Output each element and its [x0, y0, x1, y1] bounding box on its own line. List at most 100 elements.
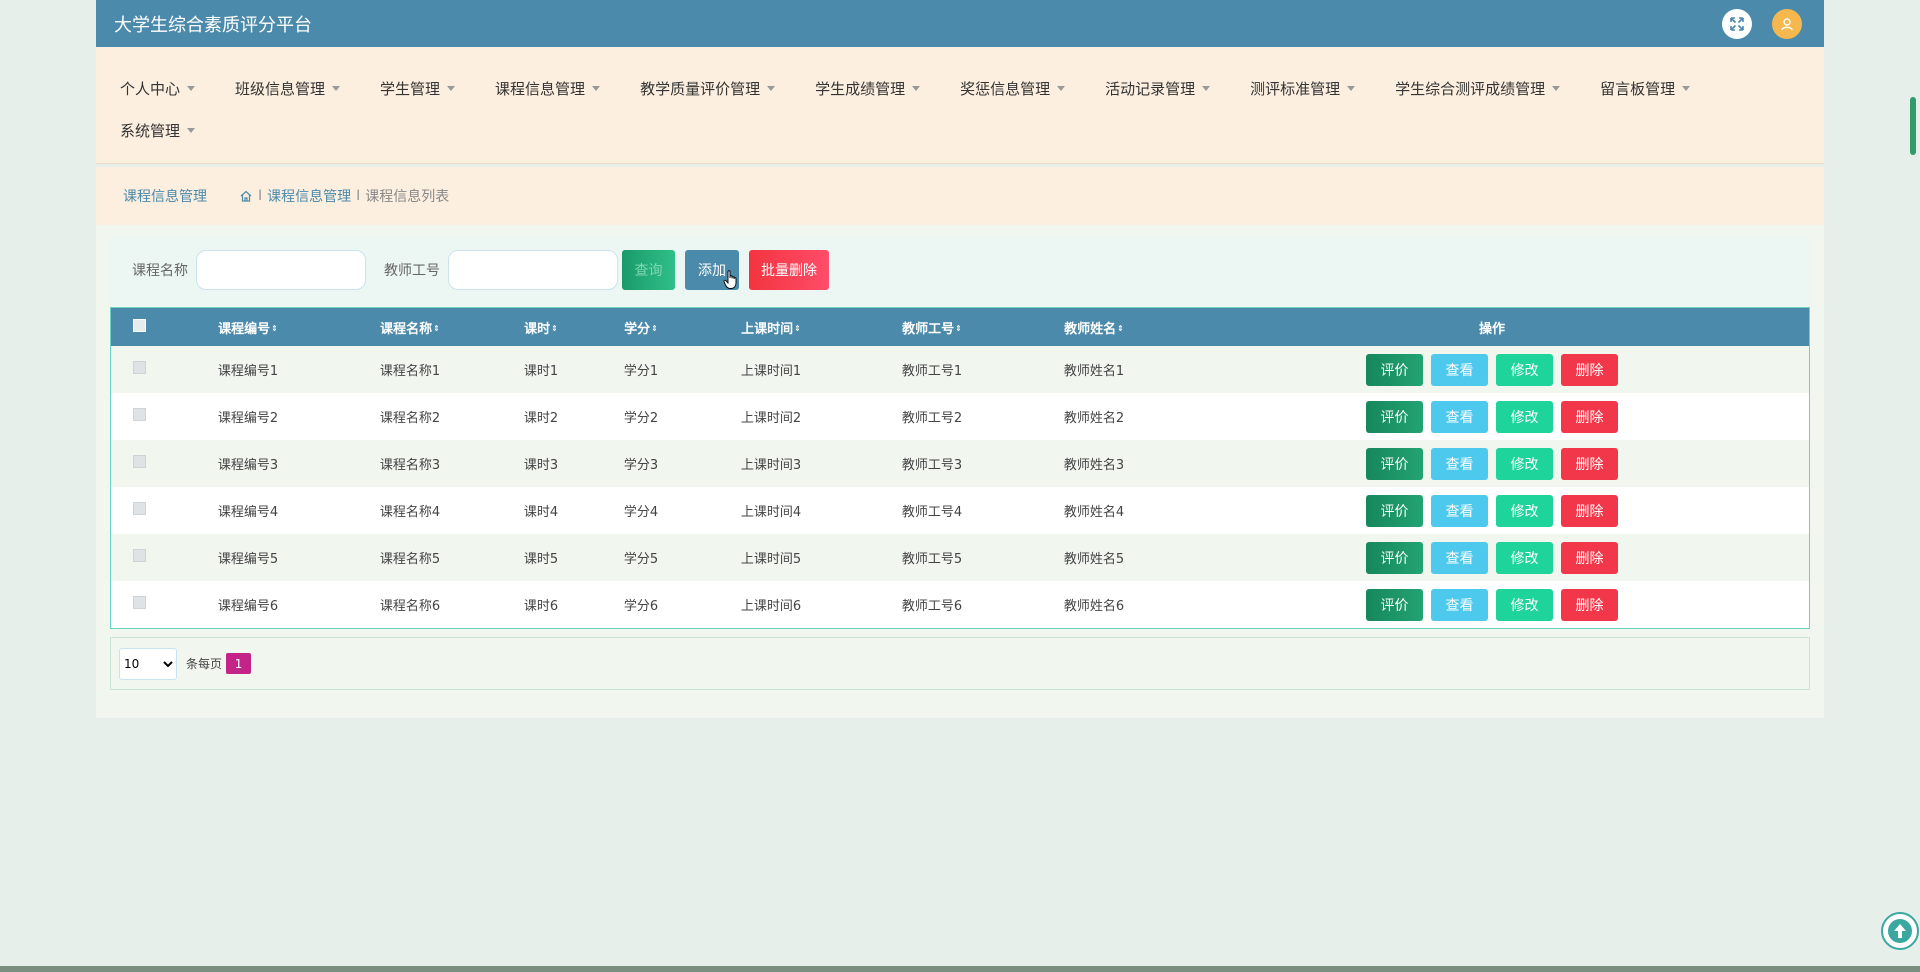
teacher-no-input[interactable]	[448, 250, 618, 290]
course-name-input[interactable]	[196, 250, 366, 290]
evaluate-button[interactable]: 评价	[1366, 400, 1423, 433]
row-select-cell	[111, 440, 167, 487]
delete-button[interactable]: 删除	[1561, 447, 1618, 480]
table-cell: 上课时间3	[740, 458, 802, 473]
sort-icon: ⇕	[651, 324, 658, 333]
view-button[interactable]: 查看	[1431, 494, 1488, 527]
row-checkbox[interactable]	[132, 455, 146, 468]
nav-row-1: 个人中心 班级信息管理 学生管理 课程信息管理 教学质量评价管理 学生成绩管理 奖惩信息管理…	[120, 67, 1824, 109]
table-cell: 课程编号6	[217, 599, 279, 614]
table-cell: 上课时间5	[740, 552, 802, 567]
breadcrumb-level-1[interactable]: 课程信息管理	[267, 186, 351, 206]
evaluate-button[interactable]: 评价	[1366, 447, 1423, 480]
row-checkbox[interactable]	[132, 549, 146, 562]
table-cell: 课程编号3	[217, 458, 279, 473]
row-checkbox[interactable]	[132, 408, 146, 421]
sort-icon: ⇕	[551, 324, 558, 333]
table-cell: 学分1	[623, 364, 659, 379]
table-cell: 课程名称4	[379, 505, 441, 520]
edit-button[interactable]: 修改	[1496, 353, 1553, 386]
delete-button[interactable]: 删除	[1561, 541, 1618, 574]
evaluate-button[interactable]: 评价	[1366, 353, 1423, 386]
edit-button[interactable]: 修改	[1496, 447, 1553, 480]
query-button[interactable]: 查询	[622, 250, 675, 290]
delete-button[interactable]: 删除	[1561, 494, 1618, 527]
edit-button[interactable]: 修改	[1496, 588, 1553, 621]
nav-item[interactable]: 测评标准管理	[1250, 78, 1356, 99]
header-hours[interactable]: 课时⇕	[491, 308, 591, 346]
table-row: 课程编号2 课程名称2 课时2 学分2 上课时间2 教师工号2 教师姓名2 评价 查看 修改 删除	[111, 393, 1809, 440]
breadcrumb-separator: I	[258, 188, 263, 204]
header-course-no[interactable]: 课程编号⇕	[167, 308, 329, 346]
pagination: 10 条每页 1	[110, 637, 1810, 690]
nav-item[interactable]: 课程信息管理	[495, 78, 601, 99]
table-cell: 教师姓名5	[1063, 552, 1125, 567]
table-cell: 课程名称6	[379, 599, 441, 614]
table-cell: 教师工号3	[901, 458, 963, 473]
edit-button[interactable]: 修改	[1496, 541, 1553, 574]
table-cell: 课时2	[523, 411, 559, 426]
nav-item[interactable]: 个人中心	[120, 78, 196, 99]
header-teacher-no[interactable]: 教师工号⇕	[851, 308, 1013, 346]
nav-item[interactable]: 奖惩信息管理	[960, 78, 1066, 99]
row-actions: 评价 查看 修改 删除	[1175, 346, 1809, 393]
search-bar: 课程名称 教师工号 查询 添加 批量删除	[110, 235, 1810, 305]
row-checkbox[interactable]	[132, 502, 146, 515]
nav-item[interactable]: 学生综合测评成绩管理	[1395, 78, 1561, 99]
nav-item[interactable]: 班级信息管理	[235, 78, 341, 99]
scrollbar-thumb[interactable]	[1910, 97, 1916, 155]
nav-item-label: 班级信息管理	[235, 79, 326, 98]
table-cell: 上课时间1	[740, 364, 802, 379]
header-course-name[interactable]: 课程名称⇕	[329, 308, 491, 346]
edit-button[interactable]: 修改	[1496, 494, 1553, 527]
page-number-button[interactable]: 1	[226, 653, 252, 674]
add-button-label: 添加	[698, 263, 726, 279]
nav-item-label: 系统管理	[120, 121, 181, 140]
view-button[interactable]: 查看	[1431, 541, 1488, 574]
nav-item[interactable]: 学生成绩管理	[815, 78, 921, 99]
edit-button[interactable]: 修改	[1496, 400, 1553, 433]
home-icon[interactable]	[239, 189, 253, 203]
table-cell: 教师工号6	[901, 599, 963, 614]
nav-item[interactable]: 活动记录管理	[1105, 78, 1211, 99]
table-cell: 课程编号1	[217, 364, 279, 379]
table-cell: 教师工号1	[901, 364, 963, 379]
table-cell: 教师工号4	[901, 505, 963, 520]
header-class-time[interactable]: 上课时间⇕	[691, 308, 851, 346]
row-select-cell	[111, 346, 167, 393]
nav-item[interactable]: 学生管理	[380, 78, 456, 99]
delete-button[interactable]: 删除	[1561, 353, 1618, 386]
row-checkbox[interactable]	[132, 596, 146, 609]
view-button[interactable]: 查看	[1431, 400, 1488, 433]
evaluate-button[interactable]: 评价	[1366, 541, 1423, 574]
view-button[interactable]: 查看	[1431, 588, 1488, 621]
caret-down-icon	[1202, 85, 1211, 91]
batch-delete-button[interactable]: 批量删除	[749, 250, 829, 290]
evaluate-button[interactable]: 评价	[1366, 494, 1423, 527]
delete-button[interactable]: 删除	[1561, 400, 1618, 433]
fullscreen-button[interactable]	[1722, 8, 1752, 39]
evaluate-button[interactable]: 评价	[1366, 588, 1423, 621]
header-credits[interactable]: 学分⇕	[591, 308, 691, 346]
view-button[interactable]: 查看	[1431, 353, 1488, 386]
hand-cursor-icon	[723, 270, 737, 289]
row-actions: 评价 查看 修改 删除	[1175, 440, 1809, 487]
page-size-select[interactable]: 10	[119, 647, 177, 680]
table-cell: 教师姓名6	[1063, 599, 1125, 614]
row-select-cell	[111, 393, 167, 440]
delete-button[interactable]: 删除	[1561, 588, 1618, 621]
caret-down-icon	[1057, 85, 1066, 91]
user-avatar-button[interactable]	[1772, 8, 1802, 39]
caret-down-icon	[1347, 85, 1356, 91]
select-all-checkbox[interactable]	[132, 318, 146, 332]
table-cell: 教师姓名3	[1063, 458, 1125, 473]
back-to-top-button[interactable]	[1881, 912, 1919, 950]
add-button[interactable]: 添加	[685, 250, 739, 290]
header-teacher-name[interactable]: 教师姓名⇕	[1013, 308, 1175, 346]
nav-item[interactable]: 系统管理	[120, 120, 196, 141]
view-button[interactable]: 查看	[1431, 447, 1488, 480]
nav-item[interactable]: 教学质量评价管理	[640, 78, 776, 99]
row-checkbox[interactable]	[132, 361, 146, 374]
table-cell: 上课时间6	[740, 599, 802, 614]
nav-item[interactable]: 留言板管理	[1600, 78, 1691, 99]
